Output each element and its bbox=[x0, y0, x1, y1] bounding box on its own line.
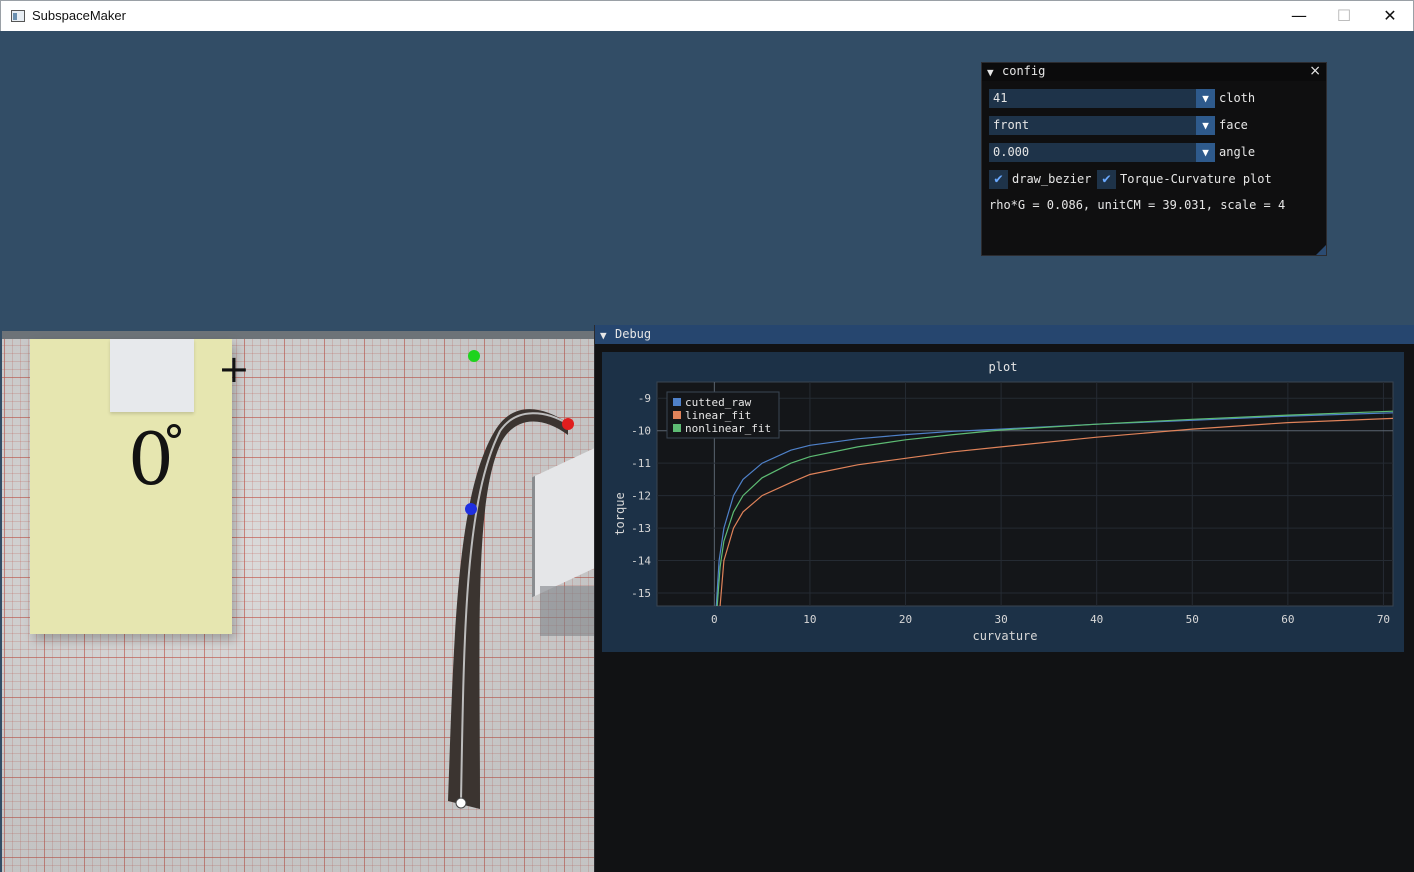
y-tick-label: -15 bbox=[631, 587, 651, 600]
control-point-blue bbox=[465, 503, 477, 515]
x-tick-label: 60 bbox=[1281, 613, 1294, 626]
maximize-button[interactable]: ☐ bbox=[1321, 1, 1367, 31]
chevron-down-icon[interactable]: ▼ bbox=[1196, 89, 1215, 108]
torque-curvature-plot[interactable]: 0 10 20 30 40 50 60 70 -9 -10 -11 -12 -13 -14 -15 curva… bbox=[602, 352, 1404, 652]
legend-swatch bbox=[673, 424, 681, 432]
face-label: face bbox=[1219, 118, 1248, 132]
y-tick-label: -10 bbox=[631, 425, 651, 438]
cloth-overlay bbox=[448, 350, 574, 809]
legend-swatch bbox=[673, 398, 681, 406]
y-tick-label: -9 bbox=[638, 392, 651, 405]
camera-image[interactable]: + 0 bbox=[2, 331, 594, 872]
y-tick-label: -13 bbox=[631, 522, 651, 535]
chevron-down-icon[interactable]: ▼ bbox=[1196, 116, 1215, 135]
torque-plot-checkbox[interactable]: ✔ bbox=[1097, 170, 1116, 189]
x-tick-label: 0 bbox=[711, 613, 718, 626]
legend-label: cutted_raw bbox=[685, 396, 752, 409]
x-tick-label: 70 bbox=[1377, 613, 1390, 626]
config-title: config bbox=[1002, 64, 1046, 78]
angle-label: angle bbox=[1219, 145, 1256, 159]
plot-frame[interactable]: plot 0 10 20 30 40 50 60 70 -9 -10 -11 -12 -13 -14 -15… bbox=[602, 352, 1404, 652]
title-bar: SubspaceMaker — ☐ ✕ bbox=[0, 0, 1414, 31]
legend-swatch bbox=[673, 411, 681, 419]
cloth-label: cloth bbox=[1219, 91, 1256, 105]
y-tick-label: -11 bbox=[631, 457, 651, 470]
app-icon bbox=[11, 10, 25, 22]
draw-bezier-checkbox[interactable]: ✔ bbox=[989, 170, 1008, 189]
control-point-green bbox=[468, 350, 480, 362]
angle-value: 0.000 bbox=[993, 145, 1030, 159]
torque-plot-label: Torque-Curvature plot bbox=[1120, 172, 1272, 186]
control-point-white bbox=[455, 797, 467, 809]
y-axis-label: torque bbox=[613, 492, 627, 535]
app-title: SubspaceMaker bbox=[32, 8, 126, 23]
face-value: front bbox=[993, 118, 1030, 132]
chevron-down-icon[interactable]: ▼ bbox=[1196, 143, 1215, 162]
legend-label: nonlinear_fit bbox=[685, 422, 771, 435]
x-tick-label: 30 bbox=[994, 613, 1007, 626]
config-title-bar[interactable]: ▼ config × bbox=[982, 63, 1326, 81]
debug-window[interactable]: ▼ Debug plot 0 10 20 30 40 50 60 70 -9 -10 -11 -12-… bbox=[594, 325, 1414, 872]
x-tick-label: 20 bbox=[899, 613, 912, 626]
resize-grip[interactable] bbox=[1316, 245, 1326, 255]
cloth-value: 41 bbox=[993, 91, 1008, 105]
control-point-red bbox=[562, 418, 574, 430]
y-tick-label: -14 bbox=[631, 555, 651, 568]
minimize-button[interactable]: — bbox=[1276, 1, 1322, 31]
x-axis-label: curvature bbox=[972, 629, 1037, 643]
collapse-triangle-icon[interactable]: ▼ bbox=[600, 326, 607, 345]
x-tick-label: 10 bbox=[803, 613, 816, 626]
face-combo[interactable]: front ▼ bbox=[989, 116, 1215, 135]
angle-combo[interactable]: 0.000 ▼ bbox=[989, 143, 1215, 162]
collapse-triangle-icon[interactable]: ▼ bbox=[987, 64, 994, 81]
parameters-text: rho*G = 0.086, unitCM = 39.031, scale = … bbox=[989, 198, 1286, 212]
x-tick-label: 50 bbox=[1186, 613, 1199, 626]
cloth-combo[interactable]: 41 ▼ bbox=[989, 89, 1215, 108]
debug-title: Debug bbox=[615, 327, 652, 341]
x-tick-label: 40 bbox=[1090, 613, 1103, 626]
draw-bezier-label: draw_bezier bbox=[1012, 172, 1092, 186]
legend-label: linear_fit bbox=[685, 409, 751, 422]
y-tick-label: -12 bbox=[631, 490, 651, 503]
config-window[interactable]: ▼ config × 41 ▼ cloth front ▼ face 0.000… bbox=[981, 62, 1327, 256]
close-icon[interactable]: × bbox=[1309, 63, 1321, 79]
debug-title-bar[interactable]: ▼ Debug bbox=[595, 325, 1414, 344]
close-window-button[interactable]: ✕ bbox=[1367, 1, 1413, 31]
